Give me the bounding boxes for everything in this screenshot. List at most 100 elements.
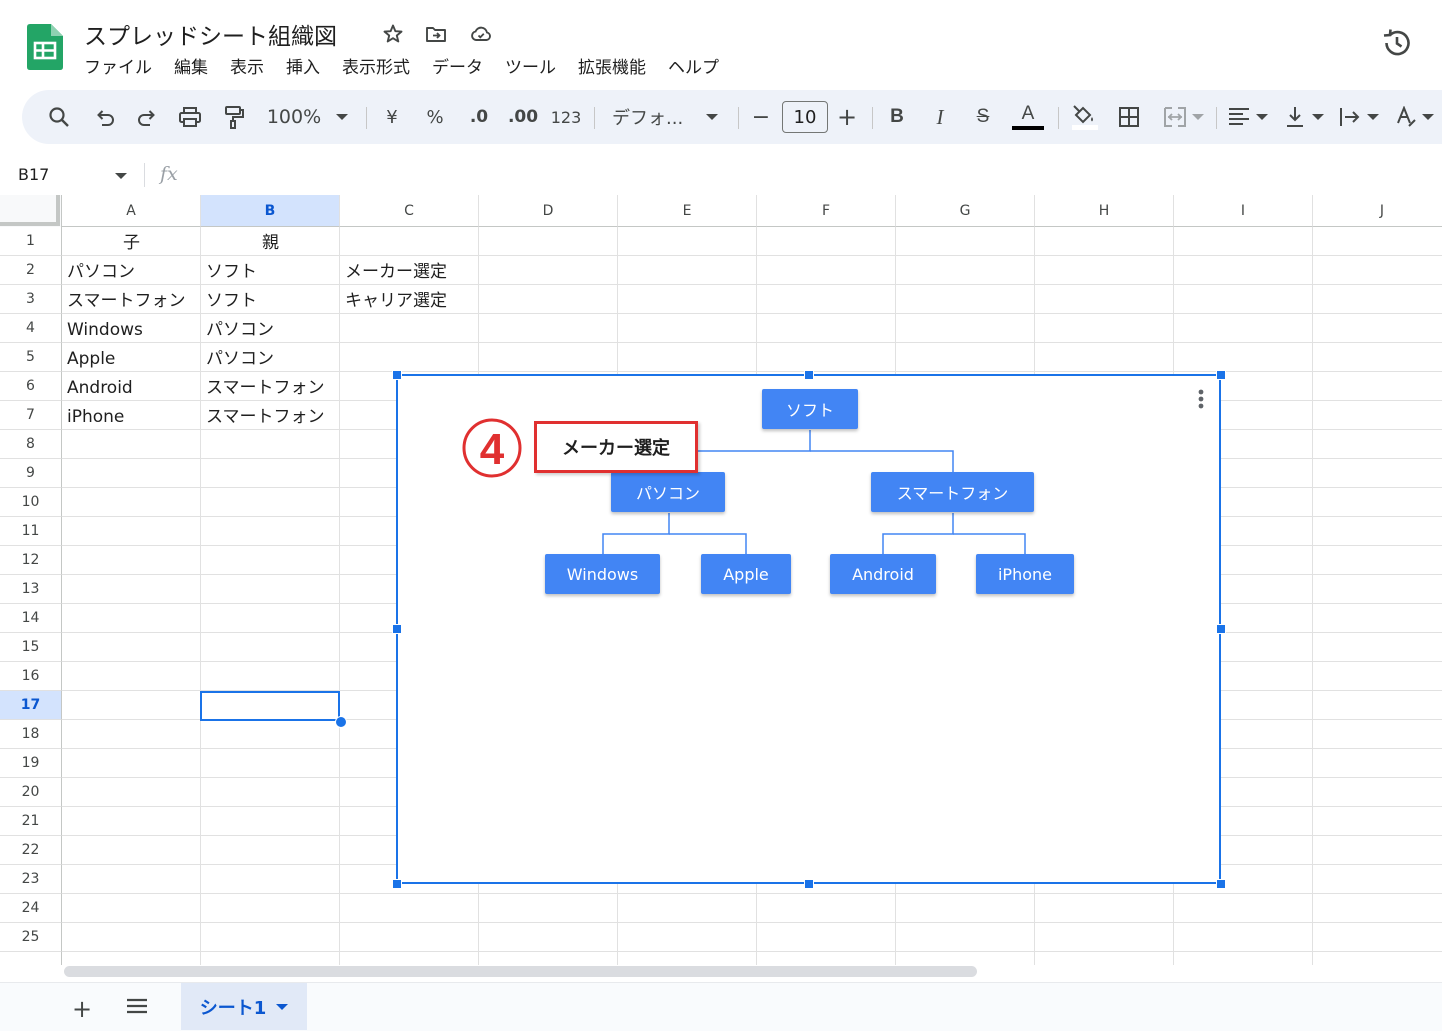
row-header[interactable]: 6 (0, 372, 62, 401)
resize-handle-left[interactable] (392, 624, 402, 634)
increase-decimal-button[interactable]: .00 (506, 90, 540, 144)
row-header[interactable]: 20 (0, 778, 62, 807)
horizontal-scrollbar[interactable] (64, 966, 977, 977)
bold-button[interactable]: B (883, 90, 911, 144)
row-header-partial[interactable] (0, 952, 62, 965)
paint-format-icon[interactable] (219, 90, 249, 144)
resize-handle-top-left[interactable] (392, 370, 402, 380)
undo-icon[interactable] (90, 90, 120, 144)
column-header[interactable]: F (757, 195, 896, 227)
more-formats-button[interactable]: 123 (549, 90, 583, 144)
column-header[interactable]: I (1174, 195, 1313, 227)
cell-b2[interactable]: ソフト (201, 258, 257, 287)
add-sheet-button[interactable]: + (72, 995, 92, 1023)
fill-handle[interactable] (335, 716, 347, 728)
vertical-align-icon[interactable] (1281, 90, 1309, 144)
row-header[interactable]: 8 (0, 430, 62, 459)
resize-handle-bottom-right[interactable] (1216, 879, 1226, 889)
horizontal-align-icon[interactable] (1225, 90, 1253, 144)
column-header[interactable]: G (896, 195, 1035, 227)
currency-format-button[interactable]: ¥ (377, 90, 407, 144)
column-header[interactable]: J (1313, 195, 1442, 227)
resize-handle-right[interactable] (1216, 624, 1226, 634)
row-header[interactable]: 23 (0, 865, 62, 894)
org-node-apple[interactable]: Apple (701, 554, 791, 594)
search-menus-icon[interactable] (44, 90, 74, 144)
cell-b1[interactable]: 親 (201, 229, 340, 258)
merge-caret-icon[interactable] (1190, 90, 1206, 144)
cell-a6[interactable]: Android (62, 374, 133, 403)
star-icon[interactable] (381, 22, 405, 46)
row-header[interactable]: 7 (0, 401, 62, 430)
font-caret-icon[interactable] (702, 90, 722, 144)
sheets-logo-icon[interactable] (27, 24, 63, 70)
chart-more-options-icon[interactable] (1194, 386, 1208, 412)
row-header[interactable]: 22 (0, 836, 62, 865)
row-header[interactable]: 10 (0, 488, 62, 517)
cell-a2[interactable]: パソコン (62, 258, 135, 287)
all-sheets-icon[interactable] (126, 996, 148, 1016)
cell-a7[interactable]: iPhone (62, 403, 124, 432)
org-node-smartphone[interactable]: スマートフォン (871, 472, 1034, 512)
italic-button[interactable]: I (926, 90, 954, 144)
resize-handle-top[interactable] (804, 370, 814, 380)
cell-b7[interactable]: スマートフォン (201, 403, 325, 432)
org-node-android[interactable]: Android (830, 554, 936, 594)
horizontal-align-caret-icon[interactable] (1254, 90, 1270, 144)
cell-b5[interactable]: パソコン (201, 345, 274, 374)
menu-format[interactable]: 表示形式 (331, 56, 421, 80)
row-header[interactable]: 15 (0, 633, 62, 662)
zoom-select[interactable]: 100% (264, 90, 324, 144)
org-node-windows[interactable]: Windows (545, 554, 660, 594)
cell-b3[interactable]: ソフト (201, 287, 257, 316)
font-family-select[interactable]: デフォ... (612, 90, 690, 144)
cell-c2[interactable]: メーカー選定 (340, 258, 447, 287)
resize-handle-top-right[interactable] (1216, 370, 1226, 380)
increase-font-size-button[interactable]: + (834, 90, 860, 144)
strikethrough-button[interactable]: S (969, 90, 997, 144)
row-header[interactable]: 12 (0, 546, 62, 575)
column-header[interactable]: A (62, 195, 201, 227)
vertical-align-caret-icon[interactable] (1310, 90, 1326, 144)
cell-a4[interactable]: Windows (62, 316, 143, 345)
decrease-decimal-button[interactable]: .0 (463, 90, 495, 144)
menu-help[interactable]: ヘルプ (657, 56, 730, 80)
row-header[interactable]: 1 (0, 227, 62, 256)
menu-view[interactable]: 表示 (219, 56, 275, 80)
org-node-pc[interactable]: パソコン (611, 472, 725, 512)
cell-a5[interactable]: Apple (62, 345, 115, 374)
cloud-saved-icon[interactable] (469, 22, 493, 46)
row-header[interactable]: 9 (0, 459, 62, 488)
text-wrapping-icon[interactable] (1336, 90, 1364, 144)
fill-color-icon[interactable] (1067, 90, 1101, 144)
row-header[interactable]: 13 (0, 575, 62, 604)
sheet-tab-active[interactable]: シート1 (181, 983, 307, 1030)
text-rotation-caret-icon[interactable] (1420, 90, 1436, 144)
row-header[interactable]: 24 (0, 894, 62, 923)
decrease-font-size-button[interactable]: − (748, 90, 774, 144)
row-header[interactable]: 21 (0, 807, 62, 836)
row-header[interactable]: 16 (0, 662, 62, 691)
row-header[interactable]: 4 (0, 314, 62, 343)
menu-insert[interactable]: 挿入 (275, 56, 331, 80)
org-node-iphone[interactable]: iPhone (976, 554, 1074, 594)
text-wrapping-caret-icon[interactable] (1365, 90, 1381, 144)
redo-icon[interactable] (132, 90, 162, 144)
row-header[interactable]: 11 (0, 517, 62, 546)
column-header[interactable]: C (340, 195, 479, 227)
column-header[interactable]: H (1035, 195, 1174, 227)
cell-a3[interactable]: スマートフォン (62, 287, 186, 316)
font-size-input[interactable]: 10 (782, 101, 828, 133)
name-box[interactable]: B17 (18, 165, 49, 184)
cell-c3[interactable]: キャリア選定 (340, 287, 447, 316)
sheet-tab-caret-icon[interactable] (276, 1003, 289, 1011)
menu-file[interactable]: ファイル (84, 56, 163, 80)
move-folder-icon[interactable] (424, 22, 448, 46)
column-header[interactable]: E (618, 195, 757, 227)
row-header[interactable]: 3 (0, 285, 62, 314)
row-header[interactable]: 14 (0, 604, 62, 633)
resize-handle-bottom-left[interactable] (392, 879, 402, 889)
row-header[interactable]: 5 (0, 343, 62, 372)
column-header[interactable]: D (479, 195, 618, 227)
print-icon[interactable] (175, 90, 205, 144)
